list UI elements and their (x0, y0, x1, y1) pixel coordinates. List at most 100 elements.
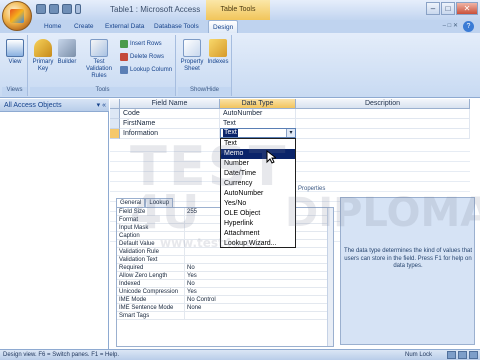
property-value[interactable]: None (185, 304, 333, 311)
datasheet-view-icon[interactable] (447, 351, 456, 359)
dropdown-option[interactable]: Currency (221, 179, 295, 189)
dropdown-option[interactable]: Number (221, 159, 295, 169)
property-label: Required (117, 264, 185, 271)
property-value[interactable]: Yes (185, 272, 333, 279)
delete-rows-button[interactable]: Delete Rows (120, 52, 176, 62)
column-header-field-name: Field Name (120, 99, 220, 109)
delete-rows-icon (120, 53, 128, 61)
row-selector[interactable] (110, 119, 120, 129)
view-button[interactable]: View (4, 39, 26, 66)
property-label: Smart Tags (117, 312, 185, 319)
dropdown-option[interactable]: Hyperlink (221, 219, 295, 229)
tab-external-data[interactable]: External Data (101, 20, 148, 33)
status-bar: Design view. F6 = Switch panes. F1 = Hel… (0, 349, 480, 360)
tab-general[interactable]: General (116, 198, 146, 207)
save-icon[interactable] (36, 4, 46, 14)
lookup-column-button[interactable]: Lookup Column (120, 65, 176, 75)
ribbon-window-controls[interactable]: – □ ✕ (443, 22, 458, 29)
office-logo-icon (10, 9, 24, 23)
redo-icon[interactable] (62, 4, 72, 14)
design-view-icon[interactable] (469, 351, 478, 359)
field-name-cell[interactable]: Code (120, 109, 220, 119)
property-row[interactable]: Indexed No (117, 280, 333, 288)
window-title: Table1 : Microsoft Access (110, 5, 201, 14)
navigation-pane-header[interactable]: All Access Objects ▾ « (0, 99, 109, 112)
property-value[interactable] (185, 312, 333, 319)
close-button[interactable]: ✕ (456, 2, 478, 15)
view-switcher (447, 351, 478, 359)
dropdown-option[interactable]: OLE Object (221, 209, 295, 219)
description-cell[interactable] (296, 129, 470, 139)
dropdown-option[interactable]: Text (221, 139, 295, 149)
property-row[interactable]: Validation Rule (117, 248, 333, 256)
property-sheet-label: Property Sheet (180, 59, 204, 72)
help-icon[interactable]: ? (463, 21, 474, 32)
tab-design[interactable]: Design (208, 20, 239, 33)
properties-scrollbar[interactable] (327, 208, 333, 346)
pivot-table-view-icon[interactable] (458, 351, 467, 359)
dropdown-option[interactable]: AutoNumber (221, 189, 295, 199)
column-header-description: Description (296, 99, 470, 109)
property-row[interactable]: Allow Zero Length Yes (117, 272, 333, 280)
maximize-button[interactable]: □ (441, 2, 455, 15)
tab-database-tools[interactable]: Database Tools (150, 20, 203, 33)
property-row[interactable]: Required No (117, 264, 333, 272)
status-text: Design view. F6 = Switch panes. F1 = Hel… (3, 352, 120, 358)
indexes-button[interactable]: Indexes (206, 39, 230, 66)
property-row[interactable]: IME Mode No Control (117, 296, 333, 304)
dropdown-option[interactable]: Lookup Wizard... (221, 239, 295, 249)
property-value[interactable]: No (185, 280, 333, 287)
context-tab-title: Table Tools (206, 0, 270, 20)
test-validation-icon (90, 39, 108, 57)
property-row[interactable]: IME Sentence Mode None (117, 304, 333, 312)
property-label: IME Sentence Mode (117, 304, 185, 311)
group-label-views: Views (2, 87, 27, 96)
delete-rows-label: Delete Rows (130, 54, 165, 60)
group-views: View Views (2, 35, 28, 96)
tab-create[interactable]: Create (70, 20, 98, 33)
property-value[interactable]: Yes (185, 288, 333, 295)
dropdown-option[interactable]: Attachment (221, 229, 295, 239)
tab-home[interactable]: Home (40, 20, 65, 33)
description-cell[interactable] (296, 119, 470, 129)
dropdown-option[interactable]: Date/Time (221, 169, 295, 179)
row-selector[interactable] (110, 109, 120, 119)
property-label: Allow Zero Length (117, 272, 185, 279)
customize-qat-icon[interactable] (75, 4, 81, 14)
insert-rows-button[interactable]: Insert Rows (120, 39, 176, 49)
undo-icon[interactable] (49, 4, 59, 14)
field-name-cell[interactable]: FirstName (120, 119, 220, 129)
property-row[interactable]: Validation Text (117, 256, 333, 264)
field-properties-help-text: The data type determines the kind of val… (343, 248, 473, 269)
property-row[interactable]: Unicode Compression Yes (117, 288, 333, 296)
data-type-combobox[interactable]: Text ▾ (220, 128, 296, 138)
dropdown-option[interactable]: Yes/No (221, 199, 295, 209)
grid-corner (110, 99, 120, 109)
office-button[interactable] (2, 1, 32, 31)
group-label-show-hide: Show/Hide (178, 87, 231, 96)
field-name-cell[interactable]: Information (120, 129, 220, 139)
property-label: Default Value (117, 240, 185, 247)
tab-lookup[interactable]: Lookup (145, 198, 174, 207)
property-value[interactable]: No Control (185, 296, 333, 303)
test-validation-label: Test Validation Rules (86, 59, 112, 79)
row-selector-current[interactable] (110, 129, 120, 139)
dropdown-option-highlighted[interactable]: Memo (221, 149, 295, 159)
property-row[interactable]: Smart Tags (117, 312, 333, 320)
property-value[interactable] (185, 256, 333, 263)
view-label: View (8, 59, 22, 65)
indexes-label: Indexes (207, 59, 229, 65)
data-type-dropdown-list: Text Memo Number Date/Time Currency Auto… (220, 138, 296, 248)
description-cell[interactable] (296, 109, 470, 119)
chevron-down-icon[interactable]: ▾ (286, 129, 295, 137)
chevron-down-icon[interactable]: ▾ « (97, 99, 106, 112)
property-label: IME Mode (117, 296, 185, 303)
property-value[interactable] (185, 248, 333, 255)
data-type-cell[interactable]: AutoNumber (220, 109, 296, 119)
property-sheet-button[interactable]: Property Sheet (180, 39, 204, 73)
primary-key-button[interactable]: Primary Key (32, 39, 54, 73)
builder-button[interactable]: Builder (56, 39, 78, 66)
property-value[interactable]: No (185, 264, 333, 271)
test-validation-button[interactable]: Test Validation Rules (82, 39, 116, 80)
minimize-button[interactable]: – (426, 2, 440, 15)
